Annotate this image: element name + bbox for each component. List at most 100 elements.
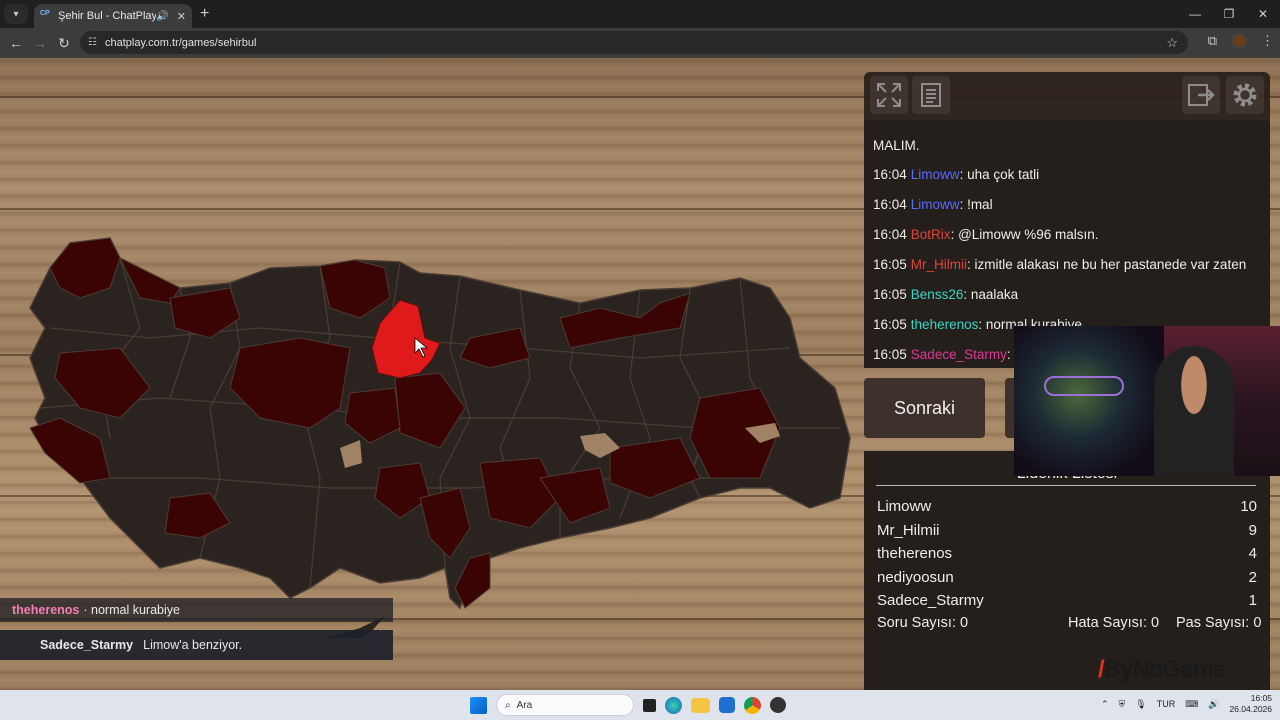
- leaderboard-row: Sadece_Starmy 1: [877, 592, 1257, 609]
- chat-message: 16:04 Limoww: !mal: [873, 197, 993, 212]
- bookmark-star-icon[interactable]: ☆: [1166, 35, 1178, 51]
- chat-message: 16:04 BotRix: @Limoww %96 malsın.: [873, 227, 1099, 242]
- player-score: 1: [1248, 592, 1257, 609]
- profile-avatar[interactable]: [1231, 33, 1247, 49]
- menu-icon[interactable]: ⋮: [1261, 33, 1274, 49]
- chat-toast: theherenos · normal kurabiye: [0, 598, 393, 622]
- task-view-icon[interactable]: [643, 698, 656, 712]
- search-icon: ⌕: [505, 699, 511, 711]
- leaderboard-row: Mr_Hilmii 9: [877, 522, 1257, 539]
- chrome-icon[interactable]: [744, 696, 761, 714]
- clock[interactable]: 16:05 26.04.2026: [1229, 693, 1272, 715]
- back-icon[interactable]: ←: [4, 35, 28, 51]
- chat-text: : naalaka: [963, 287, 1019, 302]
- leaderboard-row: Limoww 10: [877, 498, 1257, 515]
- restore-icon[interactable]: ❐: [1212, 0, 1246, 28]
- chat-time: 16:05: [873, 287, 907, 302]
- chat-text: : uha çok tatli: [959, 167, 1040, 182]
- close-tab-icon[interactable]: ✕: [177, 10, 186, 23]
- leaderboard-row: nediyoosun 2: [877, 569, 1257, 586]
- document-icon: [921, 83, 941, 107]
- notes-button[interactable]: [912, 76, 950, 114]
- shield-icon[interactable]: ⛨: [1119, 699, 1126, 710]
- chat-username[interactable]: Limoww: [911, 167, 960, 182]
- tab-title: Şehir Bul - ChatPlay: [58, 10, 157, 22]
- close-window-icon[interactable]: ✕: [1246, 0, 1280, 28]
- chat-username[interactable]: theherenos: [911, 317, 979, 332]
- divider: [876, 485, 1256, 486]
- player-name: Mr_Hilmii: [877, 522, 940, 539]
- chatplay-favicon-icon: CP: [40, 10, 50, 17]
- chat-time: 16:05: [873, 347, 907, 362]
- mic-icon[interactable]: 🎙: [1135, 699, 1146, 710]
- network-icon[interactable]: ⌨: [1185, 699, 1198, 710]
- chat-partial-line: MALIM.: [873, 138, 920, 153]
- chat-message: 16:05 Benss26: naalaka: [873, 287, 1018, 302]
- taskbar-search[interactable]: ⌕ Ara: [496, 694, 634, 716]
- panel-toolbar: [864, 72, 1270, 120]
- file-explorer-icon[interactable]: [691, 697, 710, 713]
- start-icon[interactable]: [470, 696, 487, 714]
- system-tray: ⌃ ⛨ 🎙 TUR ⌨ 🔊 16:05 26.04.2026: [1101, 693, 1272, 715]
- game-page: MALIM. 16:04 Limoww: uha çok tatli 16:04 Li…: [0, 58, 1280, 690]
- exit-icon: [1188, 84, 1215, 106]
- chat-time: 16:04: [873, 197, 907, 212]
- toast-username: Sadece_Starmy: [40, 638, 134, 652]
- browser-tab[interactable]: CP Şehir Bul - ChatPlay 🔊 ✕: [34, 4, 192, 28]
- turkey-map[interactable]: [0, 178, 870, 638]
- chat-time: 16:05: [873, 257, 907, 272]
- toast-message: Limow'a benziyor.: [143, 638, 243, 652]
- next-button[interactable]: Sonraki: [864, 378, 985, 438]
- language-indicator[interactable]: TUR: [1157, 699, 1176, 709]
- window-controls: — ❐ ✕: [1178, 0, 1280, 28]
- streamer: [1154, 346, 1234, 476]
- forward-icon[interactable]: →: [28, 35, 52, 51]
- site-info-icon[interactable]: ☷: [88, 37, 97, 48]
- toast-message: · normal kurabiye: [83, 603, 180, 617]
- question-count: Soru Sayısı: 0: [877, 615, 969, 631]
- url-text: chatplay.com.tr/games/sehirbul: [104, 36, 257, 49]
- store-icon[interactable]: [719, 697, 735, 713]
- edge-icon[interactable]: [665, 696, 682, 714]
- chat-text: : !mal: [959, 197, 993, 212]
- browser-toolbar: ← → ↻ ☷ chatplay.com.tr/games/sehirbul ☆…: [0, 28, 1280, 58]
- new-tab-button[interactable]: +: [200, 5, 209, 23]
- chat-time: 16:05: [873, 317, 907, 332]
- toolbar-right: ⧉ ⋮: [1208, 33, 1274, 49]
- chat-message: 16:05Sadece_Starmy: L: [873, 347, 1022, 362]
- chat-username[interactable]: Mr_Hilmii: [911, 257, 967, 272]
- gear-icon: [1233, 83, 1257, 107]
- player-name: nediyoosun: [877, 569, 954, 586]
- leaderboard-row: theherenos 4: [877, 545, 1257, 562]
- chat-message: 16:05 Mr_Hilmii: izmitle alakası ne bu he…: [873, 257, 1246, 272]
- chat-username[interactable]: Benss26: [911, 287, 964, 302]
- reload-icon[interactable]: ↻: [52, 35, 76, 52]
- fullscreen-button[interactable]: [870, 76, 908, 114]
- chat-time: 16:04: [873, 167, 907, 182]
- tab-search-button[interactable]: ▾: [4, 4, 28, 24]
- minimize-icon[interactable]: —: [1178, 0, 1212, 28]
- chat-username[interactable]: Limoww: [911, 197, 960, 212]
- pass-count: Pas Sayısı: 0: [1176, 615, 1262, 631]
- leaderboard-panel: Liderlik Listesi Limoww10 Mr_Hilmii9 the…: [864, 451, 1270, 690]
- browser-tab-strip: ▾ CP Şehir Bul - ChatPlay 🔊 ✕ + — ❐ ✕: [0, 0, 1280, 28]
- toast-username: theherenos: [12, 603, 80, 617]
- volume-icon[interactable]: 🔊: [1208, 699, 1219, 710]
- chat-time: 16:04: [873, 227, 907, 242]
- player-score: 4: [1248, 545, 1257, 562]
- player-name: Sadece_Starmy: [877, 592, 984, 609]
- audio-icon[interactable]: 🔊: [156, 11, 168, 22]
- settings-button[interactable]: [1226, 76, 1264, 114]
- error-count: Hata Sayısı: 0: [1068, 615, 1160, 631]
- exit-button[interactable]: [1182, 76, 1220, 114]
- bynogame-logo: /ByNoGame: [1098, 656, 1226, 683]
- tray-arrow-icon[interactable]: ⌃: [1101, 699, 1109, 710]
- chat-username[interactable]: Sadece_Starmy: [911, 347, 1007, 362]
- extensions-icon[interactable]: ⧉: [1208, 33, 1217, 49]
- address-bar[interactable]: ☷ chatplay.com.tr/games/sehirbul ☆: [80, 31, 1188, 54]
- fullscreen-icon: [877, 83, 901, 107]
- chat-username[interactable]: BotRix: [911, 227, 951, 242]
- chat-toast: Sadece_Starmy Limow'a benziyor.: [0, 630, 393, 660]
- windows-taskbar: ⌕ Ara ⌃ ⛨ 🎙 TUR ⌨ 🔊 16:05 26.04.2026: [0, 690, 1280, 720]
- obs-icon[interactable]: [770, 697, 786, 713]
